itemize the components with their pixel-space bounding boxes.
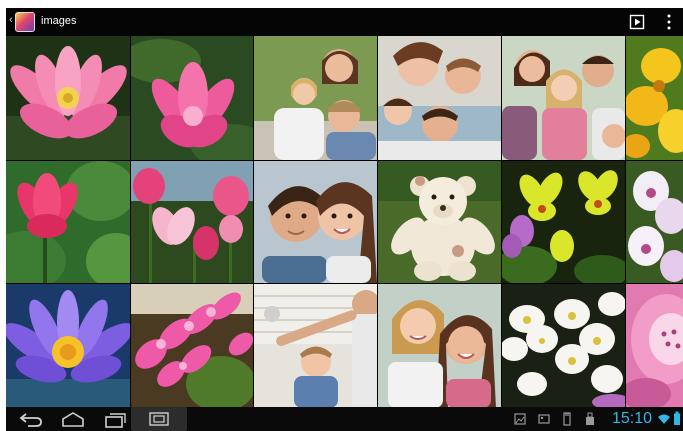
family-portrait-image	[502, 36, 625, 160]
photo-thumbnail[interactable]	[131, 284, 253, 408]
album-title: images	[41, 15, 77, 27]
photo-thumbnail[interactable]	[502, 36, 625, 160]
screenshot-button[interactable]	[131, 407, 187, 431]
usb-icon[interactable]	[584, 412, 596, 426]
father-son-image	[254, 284, 377, 408]
photo-thumbnail[interactable]	[626, 284, 683, 408]
photo-thumbnail[interactable]	[254, 284, 377, 408]
navigation-bar: 15:10	[6, 407, 683, 431]
photo-thumbnail[interactable]	[378, 161, 501, 283]
photo-thumbnail[interactable]	[6, 36, 130, 160]
pink-blossoms-image	[131, 284, 253, 408]
photo-thumbnail[interactable]	[131, 161, 253, 283]
photo-thumbnail[interactable]	[254, 36, 377, 160]
yellow-flower-image	[626, 36, 683, 160]
photo-thumbnail[interactable]	[502, 161, 625, 283]
couple-portrait-image	[254, 161, 377, 283]
family-portrait-image	[254, 36, 377, 160]
purple-lotus-image	[6, 284, 130, 408]
gallery-app-icon[interactable]	[15, 12, 35, 32]
white-flowers-image	[502, 284, 625, 408]
image-notification-icon[interactable]	[538, 413, 550, 425]
pink-lotus-image	[131, 36, 253, 160]
pink-flower-image	[6, 161, 130, 283]
photo-thumbnail[interactable]	[626, 36, 683, 160]
photo-thumbnail[interactable]	[131, 36, 253, 160]
photo-thumbnail[interactable]	[502, 284, 625, 408]
home-icon[interactable]	[59, 409, 87, 429]
photo-thumbnail[interactable]	[6, 284, 130, 408]
screenshot-icon	[149, 412, 169, 426]
overflow-menu-icon[interactable]	[664, 13, 674, 31]
back-caret-icon[interactable]: ‹	[9, 14, 13, 26]
pink-tulips-image	[131, 161, 253, 283]
photo-thumbnail[interactable]	[378, 36, 501, 160]
family-portrait-image	[378, 36, 501, 160]
sd-card-icon[interactable]	[562, 412, 572, 426]
battery-icon	[674, 411, 680, 425]
gallery-notification-icon[interactable]	[514, 413, 526, 425]
mother-daughter-image	[378, 284, 501, 408]
photo-thumbnail[interactable]	[378, 284, 501, 408]
pink-lotus-image	[6, 36, 130, 160]
back-icon[interactable]	[18, 409, 44, 429]
action-bar: ‹ images	[6, 8, 683, 36]
wifi-icon	[658, 414, 670, 424]
photo-grid	[6, 36, 683, 408]
yellow-orchids-image	[502, 161, 625, 283]
photo-thumbnail[interactable]	[6, 161, 130, 283]
pink-flower-closeup-image	[626, 284, 683, 408]
photo-thumbnail[interactable]	[254, 161, 377, 283]
status-time: 15:10	[612, 410, 653, 427]
teddy-bear-image	[378, 161, 501, 283]
recent-apps-icon[interactable]	[102, 409, 128, 429]
white-orchids-image	[626, 161, 683, 283]
photo-thumbnail[interactable]	[626, 161, 683, 283]
tablet-screen: ‹ images 15:10	[6, 8, 683, 431]
slideshow-icon[interactable]	[629, 14, 645, 30]
